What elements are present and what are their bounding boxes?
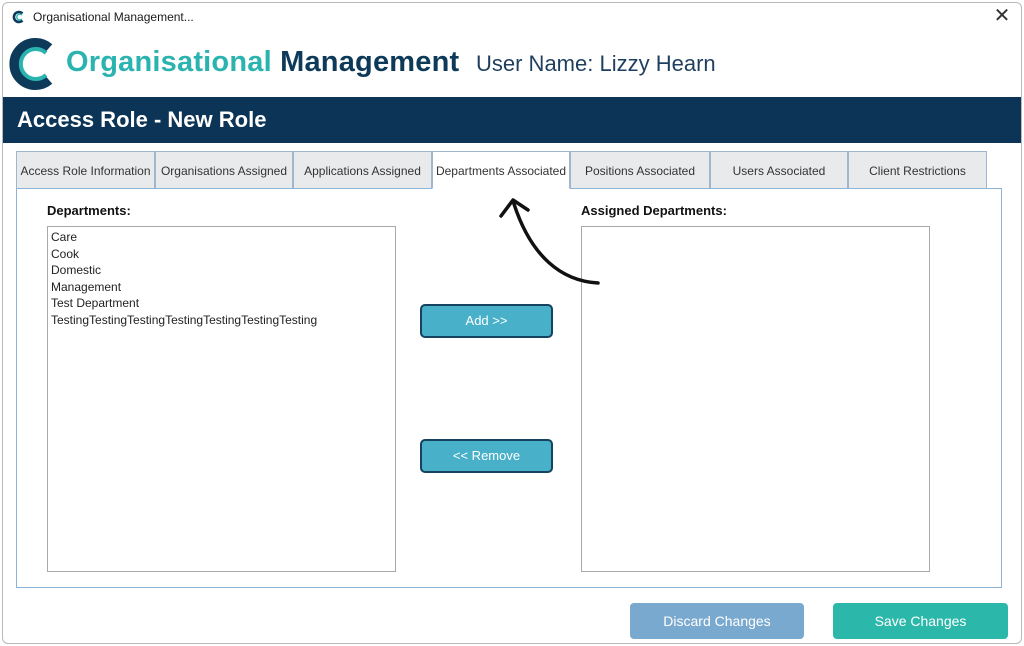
page-header-banner: Access Role - New Role	[3, 97, 1021, 143]
save-changes-button[interactable]: Save Changes	[833, 603, 1008, 639]
departments-listbox[interactable]: Care Cook Domestic Management Test Depar…	[47, 226, 396, 572]
brand-name-part1: Organisational	[66, 46, 272, 78]
close-icon[interactable]: ✕	[991, 5, 1013, 27]
add-button[interactable]: Add >>	[420, 304, 553, 338]
tab-access-role-information[interactable]: Access Role Information	[16, 151, 155, 189]
app-window: Organisational Management... ✕ Organisat…	[2, 2, 1022, 644]
page-title: Access Role - New Role	[17, 107, 267, 132]
brand-logo-icon	[9, 38, 53, 90]
brand-header: Organisational Management User Name: Liz…	[9, 36, 769, 92]
remove-button[interactable]: << Remove	[420, 439, 553, 473]
app-logo-icon	[12, 10, 26, 24]
brand-name: Organisational Management	[66, 46, 459, 79]
tab-positions-associated[interactable]: Positions Associated	[570, 151, 710, 189]
list-item[interactable]: TestingTestingTestingTestingTestingTesti…	[51, 312, 392, 329]
discard-changes-button[interactable]: Discard Changes	[630, 603, 804, 639]
window-title: Organisational Management...	[33, 10, 194, 24]
tab-organisations-assigned[interactable]: Organisations Assigned	[155, 151, 293, 189]
user-name-label: User Name: Lizzy Hearn	[476, 51, 716, 76]
annotation-arrow-icon	[499, 198, 600, 285]
list-item[interactable]: Test Department	[51, 295, 392, 312]
brand-name-part2: Management	[280, 46, 460, 78]
tab-departments-associated[interactable]: Departments Associated	[432, 151, 570, 189]
departments-label: Departments:	[47, 203, 131, 218]
list-item[interactable]: Domestic	[51, 262, 392, 279]
tab-applications-assigned[interactable]: Applications Assigned	[293, 151, 432, 189]
tab-users-associated[interactable]: Users Associated	[710, 151, 848, 189]
assigned-departments-listbox[interactable]	[581, 226, 930, 572]
list-item[interactable]: Care	[51, 229, 392, 246]
list-item[interactable]: Management	[51, 279, 392, 296]
list-item[interactable]: Cook	[51, 246, 392, 263]
title-bar: Organisational Management... ✕	[3, 3, 1021, 31]
tab-client-restrictions[interactable]: Client Restrictions	[848, 151, 987, 189]
